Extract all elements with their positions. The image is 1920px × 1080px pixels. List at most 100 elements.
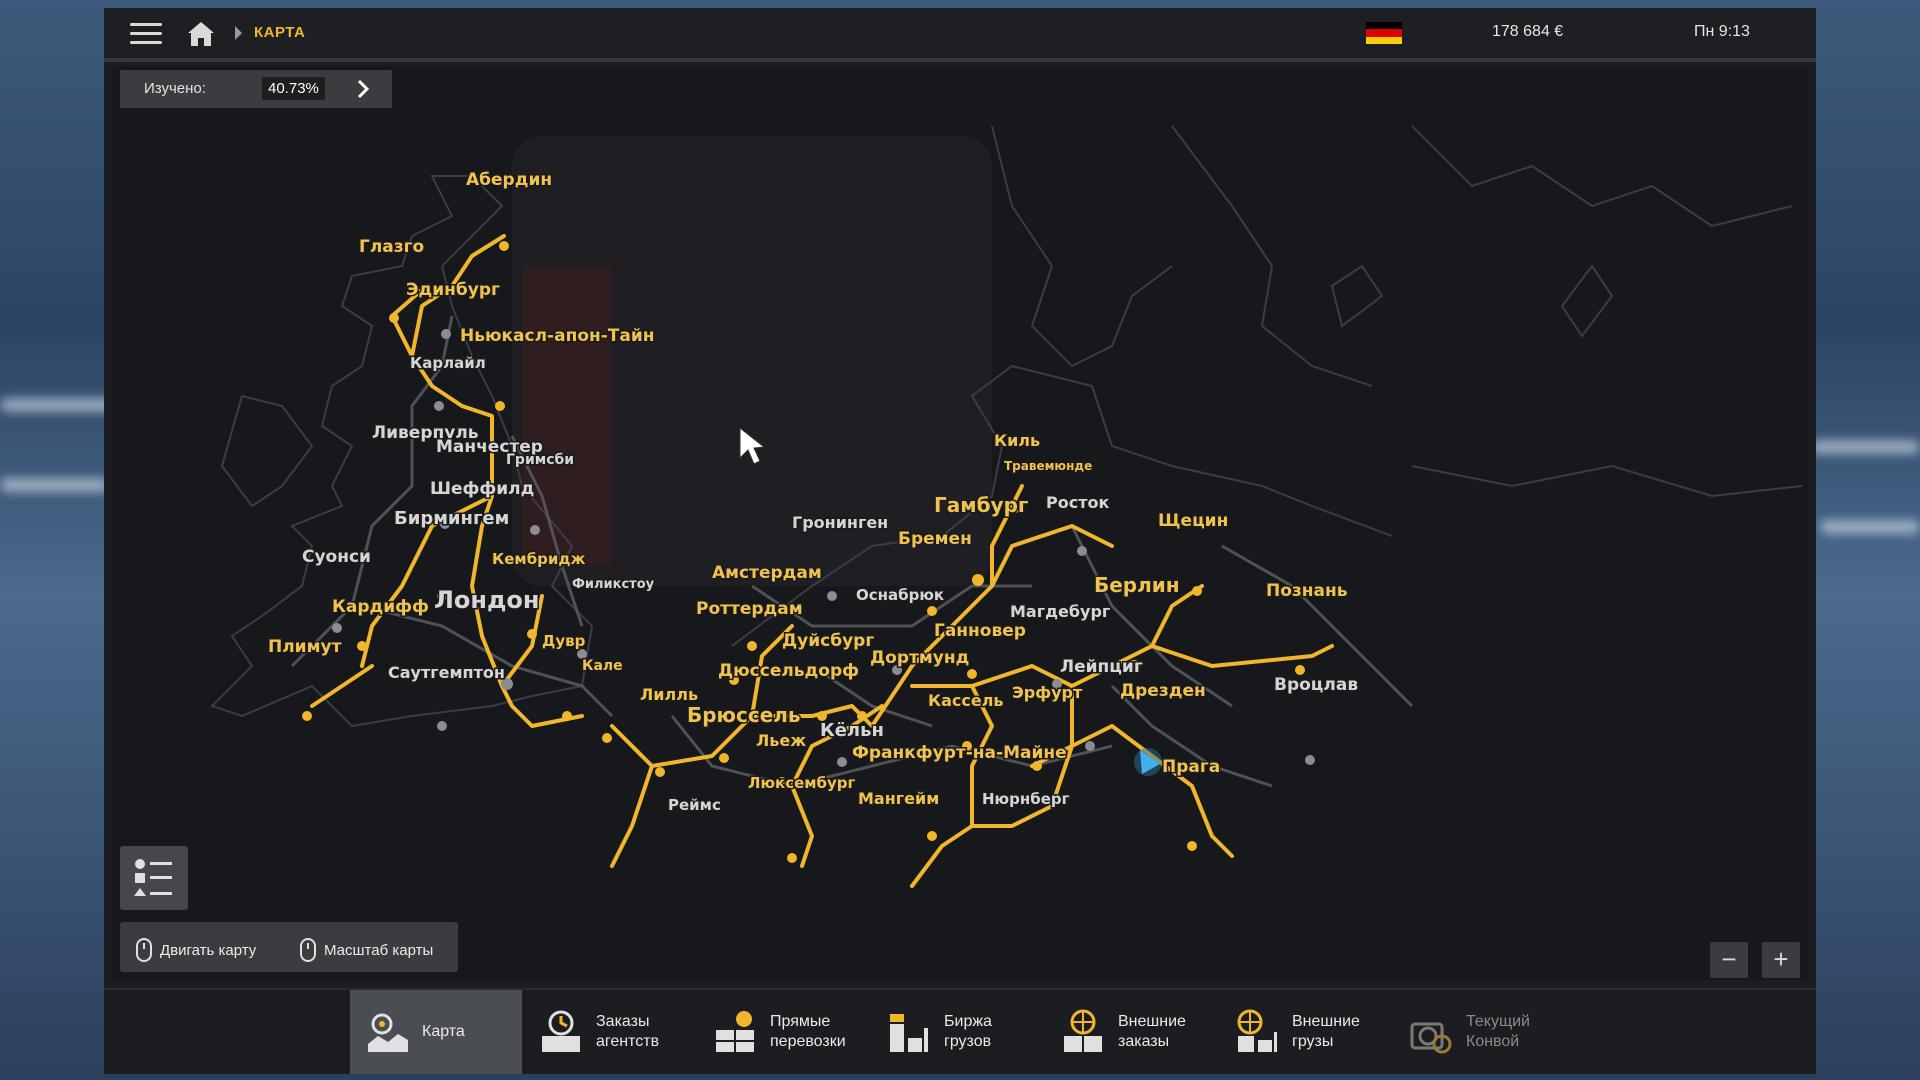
breadcrumb[interactable]: КАРТА [254,24,305,41]
city-label: Прага [1162,757,1220,777]
menu-icon[interactable] [130,21,162,47]
city-label: Лилль [640,685,698,704]
city-label: Берлин [1094,573,1180,597]
city-label: Бремен [898,529,972,549]
tab-direct-transport[interactable]: Прямые перевозки [698,990,870,1074]
background-streak [1810,440,1920,454]
city-label: Киль [994,431,1040,450]
bottom-nav: Карта Заказы агентств Прямые перевозки Б… [104,988,1816,1074]
mouse-wheel-icon [300,938,316,962]
city-label: Абердин [466,170,552,190]
city-label: Плимут [268,637,342,657]
explored-value: 40.73% [262,77,325,100]
city-label: Гримсби [506,452,574,468]
tab-label: Прямые перевозки [770,1013,846,1050]
city-label: Дортмунд [870,648,969,668]
tab-label: Текущий Конвой [1466,1013,1530,1050]
external-cargo-icon [1237,1009,1277,1052]
city-label: Кардифф [332,597,429,617]
city-label: Травемюнде [1004,459,1092,473]
city-label: Гамбург [934,493,1028,517]
city-label: Лейпциг [1060,657,1143,677]
legend-list-icon [134,859,172,896]
city-label: Кассель [928,691,1004,710]
city-label: Саутгемптон [388,663,505,682]
convoy-icon [1410,1022,1452,1054]
city-label: Глазго [359,237,424,257]
hint-zoom: Масштаб карты [300,938,433,962]
cargo-market-icon [890,1014,928,1052]
city-label: Нюрнберг [982,790,1070,808]
city-label: Ганновер [934,621,1026,641]
hint-move: Двигать карту [136,938,256,962]
city-label: Эрфурт [1012,683,1083,702]
zoom-out-button[interactable]: − [1710,942,1748,978]
city-label: Суонси [302,547,371,567]
city-label: Карлайл [410,354,486,372]
external-orders-icon [1064,1009,1102,1052]
city-label: Брюссель [687,703,801,727]
background-streak [1820,520,1920,534]
tab-convoy[interactable]: Текущий Конвой [1394,990,1566,1074]
city-label: Лондон [434,586,539,614]
city-label: Магдебург [1010,602,1110,621]
map-canvas[interactable]: Абердин Глазго Эдинбург Ньюкасл-апон-Тай… [112,66,1808,980]
tab-external-orders[interactable]: Внешние заказы [1046,990,1218,1074]
city-label: Дрезден [1120,681,1206,701]
city-label: Дувр [542,632,586,650]
tab-label: Внешние заказы [1118,1013,1186,1050]
country-flag-germany [1366,22,1402,44]
city-label: Ньюкасл-апон-Тайн [460,326,655,346]
map-legend-button[interactable] [120,846,188,910]
city-label: Льеж [756,731,806,750]
city-label: Щецин [1158,511,1228,531]
tab-cargo-market[interactable]: Биржа грузов [872,990,1044,1074]
flag-stripe [1366,22,1402,30]
city-label: Бирмингем [394,508,509,529]
city-label: Оснабрюк [856,586,944,604]
city-label: Вроцлав [1274,675,1358,695]
explored-label: Изучено: [144,80,206,97]
city-label: Филикстоу [572,577,655,592]
city-label: Гронинген [792,513,888,532]
tab-label: Заказы агентств [596,1013,660,1050]
game-time: Пн 9:13 [1694,23,1750,40]
zoom-in-button[interactable]: + [1762,942,1800,978]
account-balance: 178 684 € [1492,23,1564,40]
tab-label: Внешние грузы [1292,1013,1360,1050]
city-label: Роттердам [696,599,803,619]
city-label: Реймс [668,796,721,814]
chevron-right-icon[interactable] [352,78,374,100]
tab-label: Карта [422,1023,465,1040]
world-map[interactable]: Абердин Глазго Эдинбург Ньюкасл-апон-Тай… [112,66,1808,980]
map-controls-hint: Двигать карту Масштаб карты [120,922,458,972]
city-label: Кале [582,658,623,674]
tab-external-cargo[interactable]: Внешние грузы [1220,990,1392,1074]
background-streak [0,398,120,412]
city-label: Кембридж [492,550,586,568]
agency-orders-icon [542,1010,580,1052]
city-label: Познань [1266,581,1348,601]
city-label: Люксембург [748,774,856,792]
tab-map[interactable]: Карта [350,990,522,1074]
city-label: Франкфурт-на-Майне [852,743,1067,763]
city-label: Дюссельдорф [718,661,859,681]
breadcrumb-chevron-icon [235,26,242,40]
city-label: Мангейм [858,789,939,808]
city-label: Шеффилд [430,479,534,499]
city-label: Амстердам [712,563,822,583]
tab-label: Биржа грузов [944,1013,992,1050]
city-label: Эдинбург [406,280,500,300]
hint-zoom-label: Масштаб карты [324,941,434,959]
direct-transport-icon [716,1011,754,1052]
map-icon [368,1013,408,1052]
background-streak [0,478,110,492]
city-label: Дуйсбург [782,631,874,651]
city-label: Кёльн [820,720,884,741]
flag-stripe [1366,29,1402,37]
tab-agency-orders[interactable]: Заказы агентств [524,990,696,1074]
mouse-left-icon [136,938,152,962]
top-bar: КАРТА 178 684 € Пн 9:13 [104,8,1816,62]
city-label: Росток [1046,493,1109,512]
home-icon[interactable] [186,20,216,48]
